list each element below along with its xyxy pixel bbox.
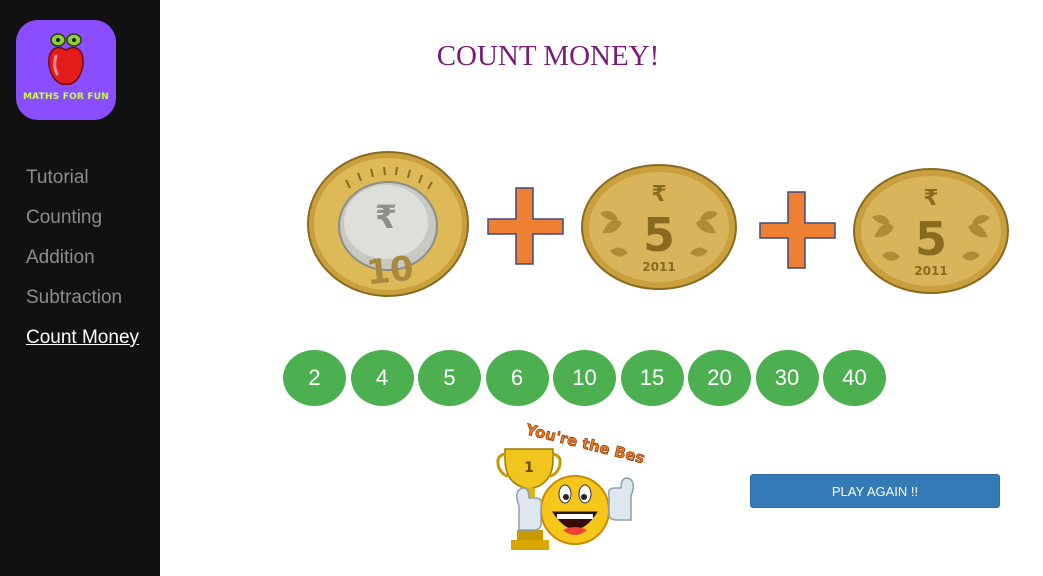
app-logo[interactable]: MATHS FOR FUN bbox=[16, 20, 116, 120]
plus-sign bbox=[487, 187, 564, 265]
answer-button-5[interactable]: 5 bbox=[418, 350, 481, 406]
coin-year: 2011 bbox=[914, 264, 947, 278]
answer-button-2[interactable]: 2 bbox=[283, 350, 346, 406]
coin-symbol: ₹ bbox=[923, 186, 938, 211]
sidebar-item-count-money[interactable]: Count Money bbox=[26, 326, 139, 366]
answer-button-6[interactable]: 6 bbox=[485, 350, 549, 406]
trophy-rank: 1 bbox=[524, 460, 534, 476]
answer-button-4[interactable]: 4 bbox=[350, 350, 414, 406]
answer-button-40[interactable]: 40 bbox=[823, 350, 886, 406]
answer-button-30[interactable]: 30 bbox=[755, 350, 819, 406]
answer-button-20[interactable]: 20 bbox=[688, 350, 751, 406]
plus-sign bbox=[759, 191, 836, 269]
play-again-button[interactable]: PLAY AGAIN !! bbox=[750, 474, 1000, 508]
coin-year: 2011 bbox=[642, 260, 675, 274]
sidebar-item-addition[interactable]: Addition bbox=[26, 246, 139, 286]
sidebar: MATHS FOR FUN Tutorial Counting Addition… bbox=[0, 0, 160, 576]
answer-choices: 2 4 5 6 10 15 20 30 40 bbox=[283, 350, 891, 406]
coin-symbol: ₹ bbox=[651, 182, 666, 207]
sidebar-item-tutorial[interactable]: Tutorial bbox=[26, 166, 139, 206]
sidebar-nav: Tutorial Counting Addition Subtraction C… bbox=[26, 166, 139, 366]
logo-text: MATHS FOR FUN bbox=[23, 92, 109, 102]
ten-rupee-coin-icon: ₹ 10 bbox=[307, 151, 469, 297]
apple-icon bbox=[48, 33, 84, 85]
five-rupee-coin-icon: ₹ 5 2011 bbox=[853, 168, 1009, 294]
reward-smiley-icon: You're the Best! 1 bbox=[496, 420, 645, 550]
coin-symbol: ₹ bbox=[375, 198, 397, 236]
page-title: COUNT MONEY! bbox=[436, 40, 660, 72]
smiley-face-icon bbox=[540, 475, 610, 545]
five-rupee-coin-icon: ₹ 5 2011 bbox=[581, 164, 737, 290]
sidebar-item-subtraction[interactable]: Subtraction bbox=[26, 286, 139, 326]
answer-button-15[interactable]: 15 bbox=[620, 350, 684, 406]
coin-denomination: 10 bbox=[364, 249, 415, 294]
answer-button-10[interactable]: 10 bbox=[553, 350, 616, 406]
coin-denomination: 5 bbox=[915, 212, 947, 266]
sidebar-item-counting[interactable]: Counting bbox=[26, 206, 139, 246]
coin-denomination: 5 bbox=[643, 208, 675, 262]
